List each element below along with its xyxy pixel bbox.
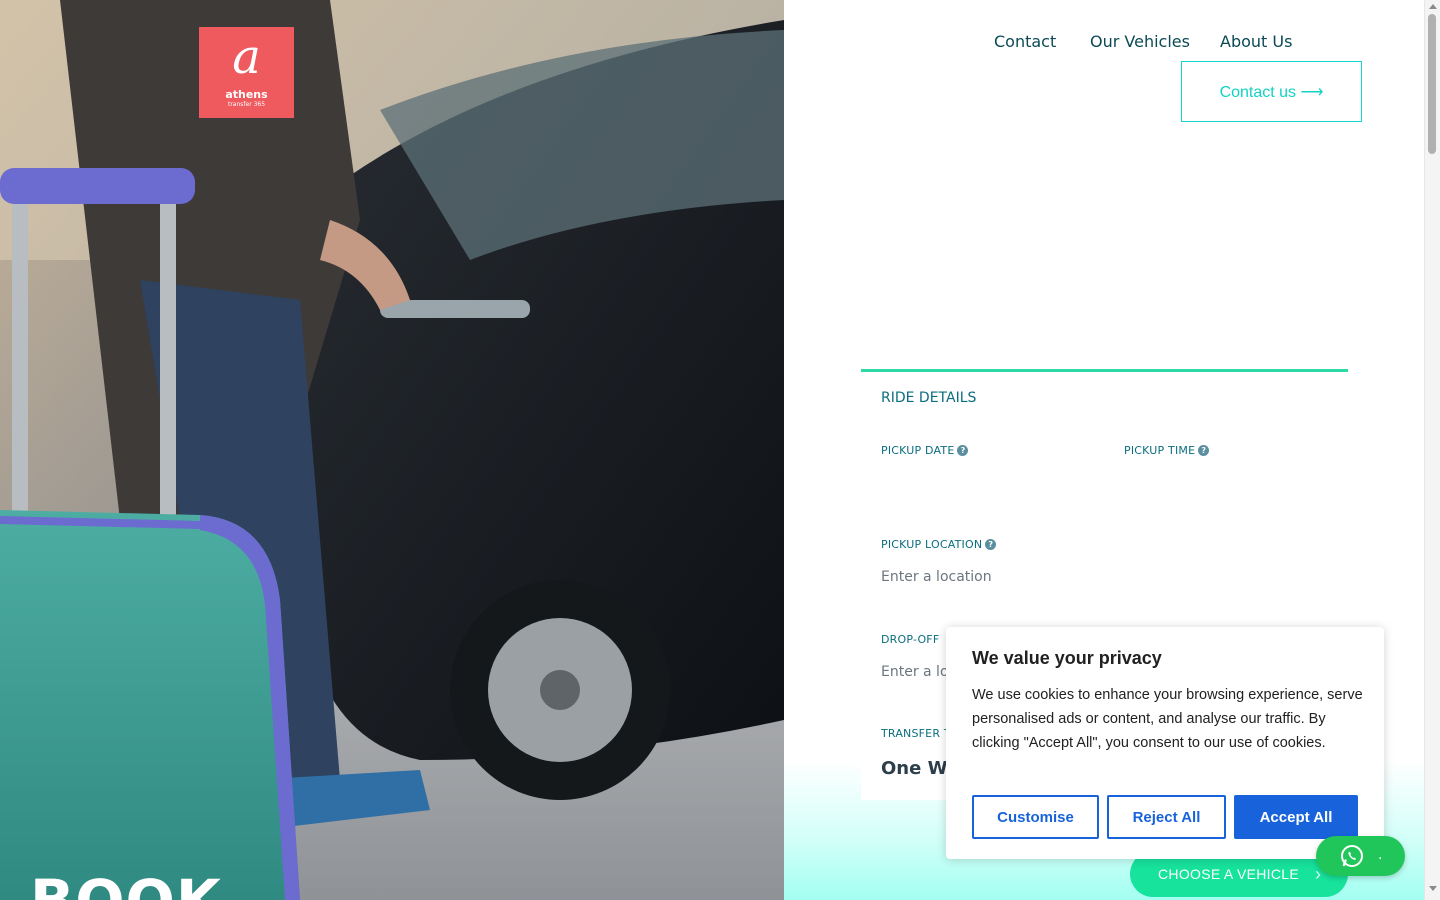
hero-image: a athens transfer 365 BOOK	[0, 0, 784, 900]
ride-details-heading: RIDE DETAILS	[881, 390, 977, 406]
scroll-up-arrow-icon[interactable]	[1429, 4, 1437, 9]
nav-contact-link[interactable]: Contact	[994, 32, 1056, 51]
dropoff-label: DROP-OFF	[881, 633, 940, 646]
pickup-location-help-icon[interactable]: ?	[985, 539, 997, 550]
accept-all-button[interactable]: Accept All	[1234, 795, 1358, 839]
nav-about-us-link[interactable]: About Us	[1220, 32, 1292, 51]
cookie-description: We use cookies to enhance your browsing …	[972, 687, 1363, 751]
whatsapp-chat-button[interactable]: .	[1316, 836, 1405, 876]
logo-mark: a	[232, 29, 261, 85]
pickup-date-label: PICKUP DATE ?	[881, 444, 969, 457]
whatsapp-icon	[1341, 845, 1363, 867]
pickup-time-label: PICKUP TIME ?	[1124, 444, 1210, 457]
logo-brand-text: athens	[225, 88, 268, 101]
page-scrollbar[interactable]	[1424, 0, 1440, 900]
dropoff-location-input[interactable]: Enter a lo	[881, 664, 949, 680]
pickup-location-label: PICKUP LOCATION ?	[881, 538, 997, 551]
hero-title: BOOK	[30, 872, 222, 900]
scrollbar-thumb[interactable]	[1428, 14, 1436, 154]
cookie-title: We value your privacy	[972, 648, 1162, 668]
reject-all-button[interactable]: Reject All	[1107, 795, 1226, 839]
contact-us-button[interactable]: Contact us ⟶	[1181, 61, 1362, 122]
transfer-type-label: TRANSFER T	[881, 727, 951, 740]
pickup-date-help-icon[interactable]: ?	[957, 445, 969, 456]
logo-subtitle: transfer 365	[227, 101, 266, 108]
pickup-time-help-icon[interactable]: ?	[1198, 445, 1210, 456]
choose-vehicle-label: CHOOSE A VEHICLE	[1158, 866, 1299, 882]
hero-photo-illustration	[0, 0, 784, 900]
pickup-date-label-text: PICKUP DATE	[881, 444, 955, 457]
whatsapp-label: .	[1378, 846, 1383, 863]
nav-our-vehicles-link[interactable]: Our Vehicles	[1090, 32, 1190, 51]
scroll-down-arrow-icon[interactable]	[1429, 886, 1437, 891]
brand-logo[interactable]: a athens transfer 365	[199, 27, 294, 118]
customise-button[interactable]: Customise	[972, 795, 1099, 839]
pickup-time-label-text: PICKUP TIME	[1124, 444, 1196, 457]
cookie-consent-banner: We value your privacy We use cookies to …	[946, 627, 1384, 859]
pickup-location-input[interactable]: Enter a location	[881, 569, 992, 585]
pickup-location-label-text: PICKUP LOCATION	[881, 538, 983, 551]
